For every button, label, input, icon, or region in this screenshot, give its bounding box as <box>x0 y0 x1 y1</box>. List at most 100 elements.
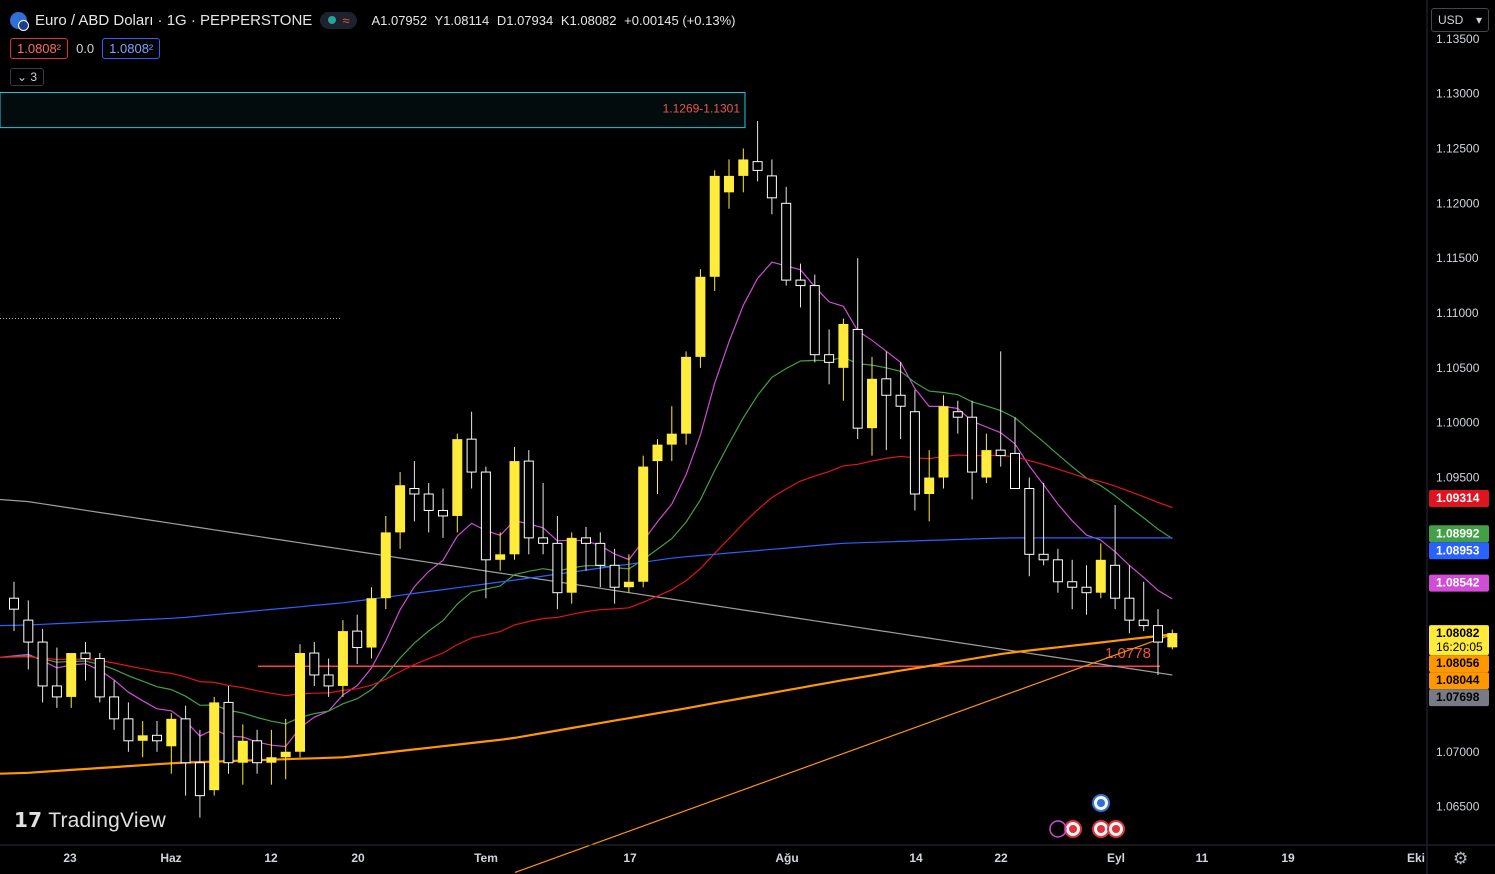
candle[interactable] <box>709 170 720 292</box>
candles[interactable] <box>9 121 1178 818</box>
candle[interactable] <box>766 159 777 215</box>
candle[interactable] <box>223 685 234 774</box>
candle[interactable] <box>366 587 377 659</box>
candle[interactable] <box>152 721 162 752</box>
candle[interactable] <box>838 318 849 401</box>
buy-button[interactable]: 1.0808² <box>102 38 161 59</box>
candle[interactable] <box>466 411 477 489</box>
candle[interactable] <box>552 515 563 610</box>
candle[interactable] <box>1081 565 1092 615</box>
candle[interactable] <box>1153 609 1163 675</box>
candle[interactable] <box>867 356 877 456</box>
candle[interactable] <box>9 581 19 632</box>
candle[interactable] <box>738 148 749 193</box>
candle[interactable] <box>438 488 448 538</box>
symbol-header[interactable]: Euro / ABD Doları · 1G · PEPPERSTONE ≈ A… <box>10 9 739 31</box>
price-axis-badge[interactable]: 1.07698 <box>1429 689 1489 707</box>
candle[interactable] <box>409 461 420 522</box>
candle[interactable] <box>37 628 48 703</box>
price-axis-badge[interactable]: 1.08044 <box>1429 672 1489 690</box>
candle[interactable] <box>638 455 649 588</box>
sell-button[interactable]: 1.0808² <box>10 38 69 59</box>
candle[interactable] <box>852 258 863 440</box>
candle[interactable] <box>609 548 620 604</box>
event-flag-icon[interactable] <box>1092 820 1110 838</box>
candle[interactable] <box>237 724 248 785</box>
zone-box[interactable] <box>0 92 746 129</box>
candle[interactable] <box>967 400 978 500</box>
market-status[interactable]: ≈ <box>320 11 358 29</box>
candle[interactable] <box>1110 504 1121 610</box>
candle[interactable] <box>323 658 334 697</box>
event-flag-icon[interactable] <box>1064 820 1082 838</box>
event-flag-icon[interactable] <box>1107 820 1125 838</box>
candle[interactable] <box>824 329 835 385</box>
symbol-title[interactable]: Euro / ABD Doları · 1G · PEPPERSTONE <box>35 12 312 29</box>
candle[interactable] <box>166 713 177 774</box>
candle[interactable] <box>781 186 792 286</box>
candle[interactable] <box>881 351 892 451</box>
candle[interactable] <box>352 614 363 665</box>
candle[interactable] <box>1124 565 1135 634</box>
candle[interactable] <box>695 269 706 368</box>
price-axis-badge[interactable]: 1.08542 <box>1429 574 1489 592</box>
price-axis[interactable]: 1.065001.070001.075001.080001.085001.090… <box>1426 0 1489 874</box>
candle[interactable] <box>395 472 406 549</box>
candle[interactable] <box>509 446 520 560</box>
candle[interactable] <box>1038 483 1049 566</box>
economic-events[interactable] <box>1049 794 1125 838</box>
candle[interactable] <box>666 406 677 462</box>
candle[interactable] <box>681 351 692 445</box>
candle[interactable] <box>952 400 963 434</box>
candle[interactable] <box>480 466 491 599</box>
price-axis-badge[interactable]: 1.08056 <box>1429 655 1489 673</box>
resistance-zone[interactable]: 1.1269-1.1301 <box>0 92 746 129</box>
candle[interactable] <box>180 705 191 796</box>
time-axis[interactable]: 23 Haz 12 20 Tem 17 Ağu 14 22 Eyl 11 19 Eki <box>0 844 1495 865</box>
candle[interactable] <box>752 121 763 182</box>
gear-icon[interactable]: ⚙ <box>1453 849 1468 869</box>
candle[interactable] <box>724 159 734 209</box>
event-flag-icon[interactable] <box>1092 794 1110 812</box>
candle[interactable] <box>523 450 534 555</box>
candle[interactable] <box>194 729 205 818</box>
candle[interactable] <box>266 729 277 785</box>
candle[interactable] <box>66 653 77 708</box>
candle[interactable] <box>337 620 348 697</box>
candle[interactable] <box>1138 581 1149 632</box>
candle[interactable] <box>595 532 606 588</box>
candle[interactable] <box>309 642 320 686</box>
candle[interactable] <box>123 702 134 752</box>
candle[interactable] <box>909 389 920 511</box>
candle[interactable] <box>137 721 148 758</box>
candle[interactable] <box>280 718 291 780</box>
price-axis-badge[interactable]: 1.08992 <box>1429 525 1489 543</box>
candle[interactable] <box>94 653 105 703</box>
price-chart[interactable]: 1.1269-1.1301 1.0778 1.065001.070001.075… <box>0 0 1495 874</box>
candle[interactable] <box>795 263 806 308</box>
candle[interactable] <box>652 439 663 494</box>
candle[interactable] <box>109 680 120 730</box>
candle[interactable] <box>1167 629 1178 650</box>
candle[interactable] <box>538 483 549 555</box>
candle[interactable] <box>380 515 391 610</box>
support-level[interactable]: 1.0778 <box>0 317 1160 667</box>
candle[interactable] <box>809 274 820 363</box>
candle[interactable] <box>924 450 935 522</box>
indicators-toggle[interactable]: ⌄ 3 <box>10 68 45 86</box>
candle[interactable] <box>495 532 506 571</box>
candle[interactable] <box>51 647 62 708</box>
candle[interactable] <box>1052 548 1063 593</box>
candle[interactable] <box>566 532 577 604</box>
candle[interactable] <box>581 526 591 571</box>
candle[interactable] <box>1024 477 1035 577</box>
price-axis-badge[interactable]: 1.09314 <box>1429 489 1489 507</box>
price-axis-badge[interactable]: 1.08953 <box>1429 542 1489 560</box>
candle[interactable] <box>1067 559 1078 610</box>
candle[interactable] <box>981 433 992 484</box>
candle[interactable] <box>938 395 949 489</box>
currency-select[interactable]: USD ▾ <box>1431 8 1489 32</box>
candle[interactable] <box>452 433 463 533</box>
candle[interactable] <box>1095 543 1106 599</box>
candle[interactable] <box>295 644 305 758</box>
